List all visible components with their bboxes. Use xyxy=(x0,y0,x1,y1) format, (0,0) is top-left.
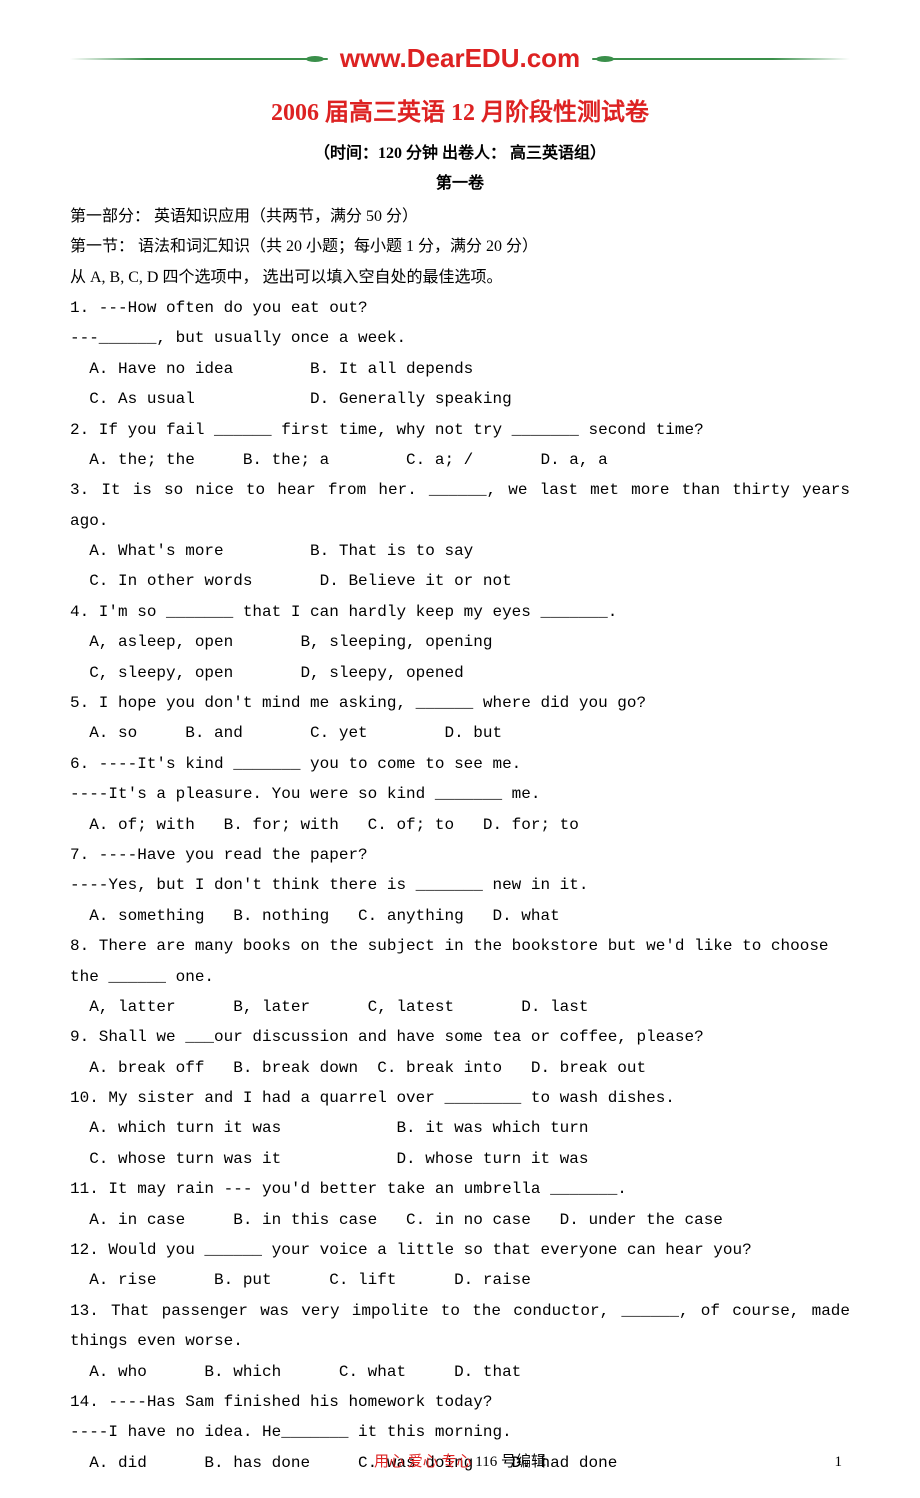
option-line: A. of; with B. for; with C. of; to D. fo… xyxy=(70,810,850,840)
question-item: 5. I hope you don't mind me asking, ____… xyxy=(70,688,850,749)
question-item: 1. ---How often do you eat out? ---_____… xyxy=(70,293,850,415)
header-ornament: www.DearEDU.com xyxy=(70,34,850,83)
brand-url: www.DearEDU.com xyxy=(328,34,592,83)
question-line: 14. ----Has Sam finished his homework to… xyxy=(70,1387,850,1417)
exam-subtitle: （时间：120 分钟 出卷人： 高三英语组） xyxy=(70,139,850,169)
question-item: 9. Shall we ___our discussion and have s… xyxy=(70,1022,850,1083)
exam-title: 2006 届高三英语 12 月阶段性测试卷 xyxy=(70,91,850,137)
option-line: C. In other words D. Believe it or not xyxy=(70,566,850,596)
section-heading: 第一节： 语法和词汇知识（共 20 小题；每小题 1 分，满分 20 分） xyxy=(70,232,850,262)
option-line: A. What's more B. That is to say xyxy=(70,536,850,566)
question-line: ---______, but usually once a week. xyxy=(70,323,850,353)
option-line: A, latter B, later C, latest D. last xyxy=(70,992,850,1022)
option-line: A. which turn it was B. it was which tur… xyxy=(70,1113,850,1143)
question-item: 7. ----Have you read the paper? ----Yes,… xyxy=(70,840,850,931)
question-line: 8. There are many books on the subject i… xyxy=(70,931,850,961)
question-line: 11. It may rain --- you'd better take an… xyxy=(70,1174,850,1204)
option-line: A. so B. and C. yet D. but xyxy=(70,718,850,748)
rule-left-icon xyxy=(70,58,328,60)
question-item: 10. My sister and I had a quarrel over _… xyxy=(70,1083,850,1174)
question-line: 6. ----It's kind _______ you to come to … xyxy=(70,749,850,779)
question-line: 9. Shall we ___our discussion and have s… xyxy=(70,1022,850,1052)
option-line: C. As usual D. Generally speaking xyxy=(70,384,850,414)
option-line: A. Have no idea B. It all depends xyxy=(70,354,850,384)
question-line: 12. Would you ______ your voice a little… xyxy=(70,1235,850,1265)
option-line: A. rise B. put C. lift D. raise xyxy=(70,1265,850,1295)
page: www.DearEDU.com 2006 届高三英语 12 月阶段性测试卷 （时… xyxy=(0,0,920,1498)
question-item: 8. There are many books on the subject i… xyxy=(70,931,850,1022)
option-line: A. break off B. break down C. break into… xyxy=(70,1053,850,1083)
page-number: 1 xyxy=(835,1448,843,1477)
question-line: things even worse. xyxy=(70,1326,850,1356)
question-line: 2. If you fail ______ first time, why no… xyxy=(70,415,850,445)
rule-right-icon xyxy=(592,58,850,60)
question-line: ----I have no idea. He_______ it this mo… xyxy=(70,1417,850,1447)
question-item: 6. ----It's kind _______ you to come to … xyxy=(70,749,850,840)
question-item: 3. It is so nice to hear from her. _____… xyxy=(70,475,850,597)
option-line: A, asleep, open B, sleeping, opening xyxy=(70,627,850,657)
footer: 用心 爱心 专心 116 号编辑 xyxy=(0,1448,920,1477)
question-line: the ______ one. xyxy=(70,962,850,992)
question-line: 13. That passenger was very impolite to … xyxy=(70,1296,850,1326)
option-line: C, sleepy, open D, sleepy, opened xyxy=(70,658,850,688)
footer-love: 用心 爱心 专心 xyxy=(374,1454,472,1470)
footer-editor: 116 号编辑 xyxy=(472,1454,546,1470)
option-line: A. who B. which C. what D. that xyxy=(70,1357,850,1387)
question-line: 4. I'm so _______ that I can hardly keep… xyxy=(70,597,850,627)
question-line: 10. My sister and I had a quarrel over _… xyxy=(70,1083,850,1113)
question-item: 11. It may rain --- you'd better take an… xyxy=(70,1174,850,1235)
option-line: A. something B. nothing C. anything D. w… xyxy=(70,901,850,931)
question-line: 3. It is so nice to hear from her. _____… xyxy=(70,475,850,536)
question-line: 7. ----Have you read the paper? xyxy=(70,840,850,870)
volume-label: 第一卷 xyxy=(70,169,850,199)
question-item: 12. Would you ______ your voice a little… xyxy=(70,1235,850,1296)
question-list: 1. ---How often do you eat out? ---_____… xyxy=(70,293,850,1478)
question-line: ----Yes, but I don't think there is ____… xyxy=(70,870,850,900)
option-line: A. in case B. in this case C. in no case… xyxy=(70,1205,850,1235)
option-line: A. the; the B. the; a C. a; / D. a, a xyxy=(70,445,850,475)
question-item: 4. I'm so _______ that I can hardly keep… xyxy=(70,597,850,688)
part-heading: 第一部分： 英语知识应用（共两节，满分 50 分） xyxy=(70,202,850,232)
question-line: 1. ---How often do you eat out? xyxy=(70,293,850,323)
question-line: ----It's a pleasure. You were so kind __… xyxy=(70,779,850,809)
instruction: 从 A, B, C, D 四个选项中， 选出可以填入空自处的最佳选项。 xyxy=(70,263,850,293)
question-line: 5. I hope you don't mind me asking, ____… xyxy=(70,688,850,718)
question-item: 13. That passenger was very impolite to … xyxy=(70,1296,850,1387)
question-item: 2. If you fail ______ first time, why no… xyxy=(70,415,850,476)
option-line: C. whose turn was it D. whose turn it wa… xyxy=(70,1144,850,1174)
